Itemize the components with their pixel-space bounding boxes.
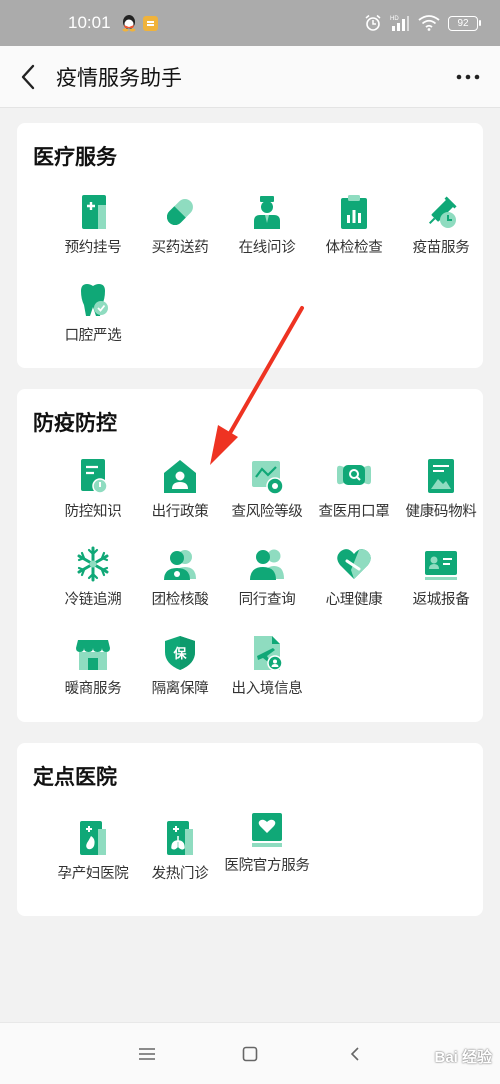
system-back-icon [350,1047,359,1061]
shop-icon [76,640,110,670]
tile-label: 出入境信息 [231,681,303,697]
back-arrow-icon [21,64,35,89]
signal-icon: HD [390,16,409,31]
svg-text:保: 保 [172,646,187,662]
service-tile-dental[interactable]: 口腔严选 [47,281,139,367]
page-title: 疫情服务助手 [56,65,182,90]
service-tile-group-test[interactable]: 团检核酸 [134,545,226,631]
nav-bar: 疫情服务助手 [0,46,500,108]
service-tile-health-code[interactable]: 健康码物料 [395,457,487,543]
battery-indicator: 92 [448,15,481,31]
baidu-watermark: Bai 经验 [434,1049,492,1066]
service-tile-maternity-hospital[interactable]: 孕产妇医院 [47,819,139,905]
mask-icon [337,465,371,485]
pill-icon [167,199,193,225]
service-tile-checkup[interactable]: 体检检查 [308,193,400,279]
more-button[interactable] [450,46,486,108]
health-code-icon [428,459,454,493]
tile-label: 返城报备 [412,592,470,608]
service-tile-risk-level[interactable]: 查风险等级 [221,457,313,543]
service-tile-prevention-knowledge[interactable]: 防控知识 [47,457,139,543]
section-designated-hospitals: 定点医院 孕产妇医院 发热门诊 医院官方服务 [17,743,483,916]
fever-clinic-icon [167,821,193,855]
service-tile-return-report[interactable]: 返城报备 [395,545,487,631]
status-right: HD 92 [364,14,481,32]
home-square-icon [242,1046,258,1062]
status-time: 10:01 [68,13,111,32]
doctor-icon [254,196,280,229]
home-button[interactable] [235,1039,265,1069]
wifi-icon [418,15,440,31]
service-tile-quarantine[interactable]: 保 隔离保障 [134,634,226,720]
group-test-icon [164,550,196,580]
service-tile-vaccine[interactable]: 疫苗服务 [395,193,487,279]
service-tile-travel-policy[interactable]: 出行政策 [134,457,226,543]
system-back-button[interactable] [340,1039,370,1069]
section-medical-services: 医疗服务 预约挂号 买药送药 在线问诊 体检检查 疫苗服务 口腔严选 [17,123,483,368]
registration-icon [82,195,106,229]
service-tile-cold-chain[interactable]: 冷链追溯 [47,545,139,631]
service-tile-medical-mask[interactable]: 查医用口罩 [308,457,400,543]
snowflake-icon [77,546,109,582]
house-person-icon [164,460,196,493]
message-notification-icon [142,15,158,31]
vaccine-icon [428,196,457,228]
tile-label: 疫苗服务 [412,240,470,256]
status-bar: 10:01 HD 92 [0,0,500,46]
service-tile-medicine[interactable]: 买药送药 [134,193,226,279]
companion-icon [250,549,284,580]
maternity-icon [80,821,106,855]
qq-icon [122,15,136,32]
service-tile-mental-health[interactable]: 心理健康 [308,545,400,631]
heart-icon [337,549,371,579]
service-tile-hospital-official[interactable]: 医院官方服务 [221,811,313,897]
section-epidemic-prevention: 防疫防控 防控知识 出行政策 查风险等级 查医用口罩 健康码物料 冷链追溯 团检… [17,389,483,722]
more-dots-icon [456,74,480,79]
document-icon [81,459,108,494]
risk-chart-icon [252,461,284,495]
service-tile-fever-clinic[interactable]: 发热门诊 [134,819,226,905]
shield-icon: 保 [165,636,195,670]
service-tile-warm-business[interactable]: 暖商服务 [47,634,139,720]
system-navigation-bar [0,1022,500,1084]
service-tile-online-consult[interactable]: 在线问诊 [221,193,313,279]
svg-text:HD: HD [390,16,399,22]
alarm-icon [365,14,381,31]
tile-label: 医院官方服务 [224,858,310,874]
clipboard-icon [341,195,367,229]
service-tile-registration[interactable]: 预约挂号 [47,193,139,279]
tooth-icon [81,284,108,316]
hospital-heart-icon [252,813,282,847]
service-tile-entry-exit[interactable]: 出入境信息 [221,634,313,720]
tile-label: 健康码物料 [405,504,477,520]
plane-doc-icon [254,636,283,671]
tile-label: 发热门诊 [151,866,209,882]
back-button[interactable] [0,46,56,108]
tile-label: 口腔严选 [64,328,122,344]
menu-icon [139,1048,155,1060]
id-card-icon [425,551,457,580]
menu-button[interactable] [132,1039,162,1069]
service-tile-companion-query[interactable]: 同行查询 [221,545,313,631]
